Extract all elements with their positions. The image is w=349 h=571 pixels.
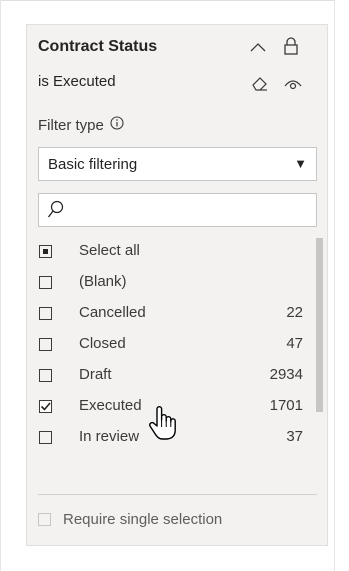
checkmark-icon (40, 402, 51, 411)
chevron-up-icon[interactable] (250, 40, 266, 58)
eye-icon[interactable] (284, 77, 302, 96)
divider (38, 494, 317, 495)
hand-pointer-icon (146, 404, 178, 447)
list-scrollbar[interactable] (316, 238, 323, 412)
require-single-selection-label: Require single selection (63, 511, 223, 528)
info-icon[interactable] (110, 116, 124, 134)
checkbox-cancelled[interactable] (39, 307, 52, 320)
checkbox-executed[interactable] (39, 400, 52, 413)
list-item-count: 2934 (269, 366, 303, 383)
checkbox-blank[interactable] (39, 276, 52, 289)
frame-top-border (0, 0, 335, 1)
checkbox-select-all[interactable] (39, 245, 52, 258)
frame-left-border (0, 0, 1, 571)
list-item-count: 1701 (269, 397, 303, 414)
list-item-label: Executed (79, 397, 142, 414)
require-single-selection-toggle[interactable]: Require single selection (38, 511, 222, 528)
checkbox-in-review[interactable] (39, 431, 52, 444)
filter-type-text: Filter type (38, 116, 104, 134)
search-input[interactable] (38, 193, 317, 227)
filter-title: Contract Status (38, 38, 158, 55)
list-item-label: Closed (79, 335, 126, 352)
list-item-count: 22 (286, 304, 303, 321)
frame-right-border (334, 0, 335, 571)
caret-down-icon: ▼ (294, 156, 307, 171)
filter-type-label: Filter type (38, 116, 124, 134)
list-item-label: Draft (79, 366, 112, 383)
list-item-label: Select all (79, 242, 140, 259)
checkbox-require-single-selection[interactable] (38, 513, 51, 526)
checkbox-draft[interactable] (39, 369, 52, 382)
filter-type-value: Basic filtering (48, 156, 138, 173)
list-item-draft[interactable]: Draft 2934 (27, 363, 317, 389)
lock-icon[interactable] (283, 36, 299, 61)
list-item-select-all[interactable]: Select all (27, 239, 317, 265)
filter-type-dropdown[interactable]: Basic filtering ▼ (38, 147, 317, 181)
search-icon (47, 200, 64, 218)
filter-subtitle: is Executed (38, 73, 116, 90)
list-item-count: 47 (286, 335, 303, 352)
list-item-label: In review (79, 428, 140, 445)
slicer-filter-card: Contract Status is Executed Filter type … (26, 24, 328, 546)
list-item-blank[interactable]: (Blank) (27, 270, 317, 296)
eraser-icon[interactable] (251, 75, 269, 96)
list-item-count: 37 (286, 428, 303, 445)
list-item-cancelled[interactable]: Cancelled 22 (27, 301, 317, 327)
list-item-label: Cancelled (79, 304, 146, 321)
list-item-label: (Blank) (79, 273, 127, 290)
checkbox-closed[interactable] (39, 338, 52, 351)
list-item-closed[interactable]: Closed 47 (27, 332, 317, 358)
